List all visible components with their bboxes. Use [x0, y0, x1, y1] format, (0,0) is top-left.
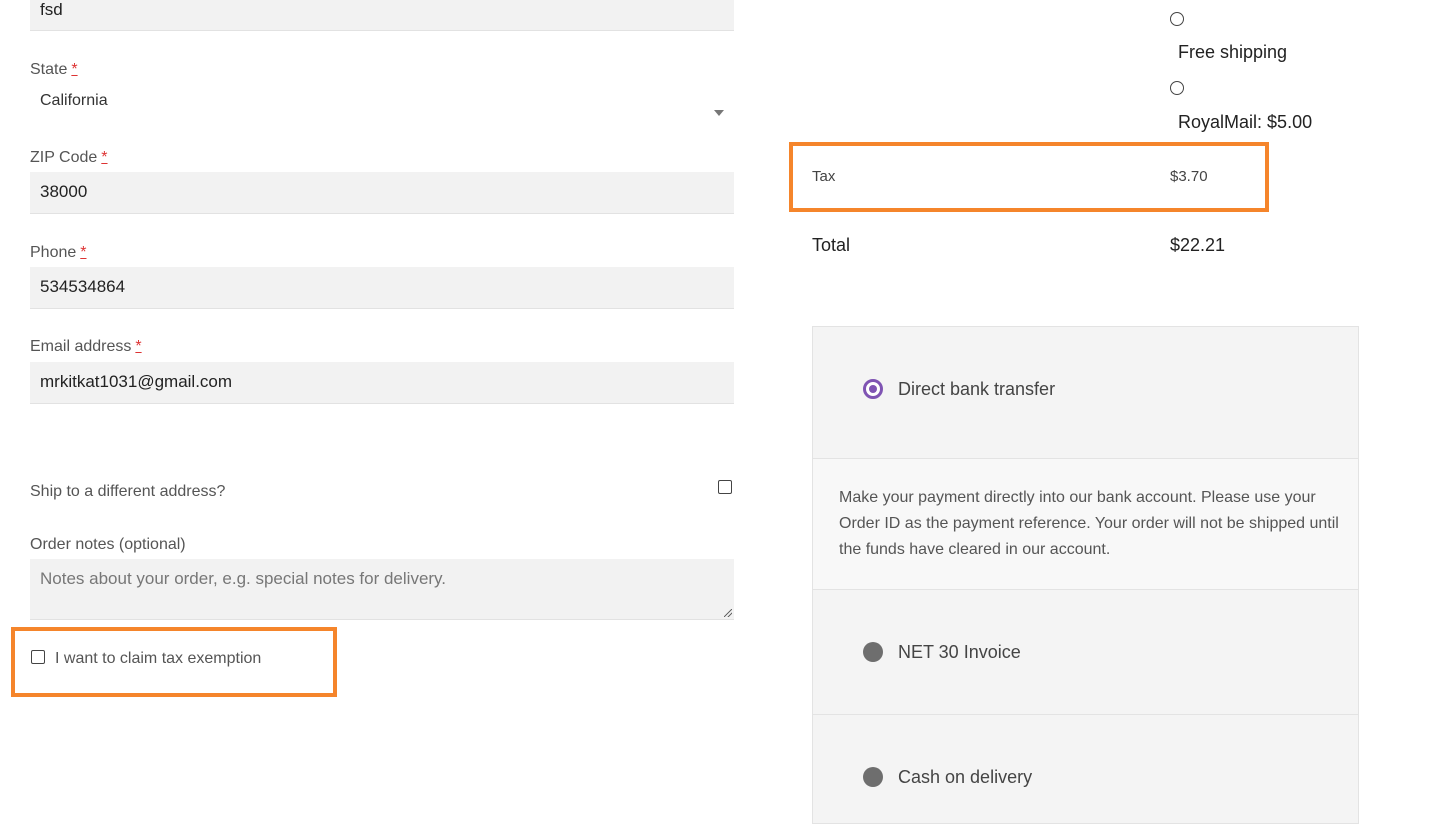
required-mark: * — [80, 244, 87, 261]
previous-field-input[interactable]: fsd — [30, 0, 734, 31]
order-notes-textarea[interactable]: Notes about your order, e.g. special not… — [30, 559, 734, 620]
email-input[interactable]: mrkitkat1031@gmail.com — [30, 362, 734, 404]
ship-different-checkbox[interactable] — [718, 480, 732, 494]
required-mark: * — [71, 61, 78, 78]
shipping-option-radio-free[interactable] — [1170, 12, 1184, 26]
zip-label: ZIP Code * — [30, 149, 108, 166]
state-select-value: California — [40, 92, 108, 109]
payment-methods-panel: Direct bank transfer Make your payment d… — [812, 326, 1359, 824]
shipping-option-free-label: Free shipping — [1178, 42, 1288, 62]
bank-transfer-description-text: Make your payment directly into our bank… — [839, 489, 1339, 558]
payment-method-label: Cash on delivery — [898, 767, 1033, 787]
payment-method-net30[interactable]: NET 30 Invoice — [813, 589, 1358, 714]
zip-input[interactable]: 38000 — [30, 172, 734, 214]
radio-dot — [869, 385, 877, 393]
phone-input[interactable]: 534534864 — [30, 267, 734, 309]
resize-handle-icon[interactable] — [724, 609, 732, 617]
shipping-option-radio-royalmail[interactable] — [1170, 81, 1184, 95]
radio-unselected-icon[interactable] — [863, 767, 883, 787]
email-label: Email address * — [30, 338, 142, 355]
required-mark: * — [101, 149, 108, 166]
shipping-option-royalmail-price: $5.00 — [1267, 112, 1313, 132]
payment-method-label: NET 30 Invoice — [898, 642, 1021, 662]
required-mark: * — [135, 338, 142, 355]
order-notes-placeholder: Notes about your order, e.g. special not… — [40, 569, 447, 588]
radio-selected-icon[interactable] — [863, 379, 883, 399]
phone-label: Phone * — [30, 244, 87, 261]
bank-transfer-description: Make your payment directly into our bank… — [813, 458, 1358, 589]
tax-value: $3.70 — [1170, 168, 1208, 185]
state-label: State * — [30, 61, 78, 78]
ship-different-label: Ship to a different address? — [30, 483, 226, 500]
total-value: $22.21 — [1170, 235, 1226, 255]
tax-label: Tax — [812, 168, 836, 185]
state-select[interactable]: California — [30, 86, 734, 126]
tax-exemption-label: I want to claim tax exemption — [55, 650, 262, 667]
payment-method-bank-transfer[interactable]: Direct bank transfer — [813, 327, 1358, 458]
order-notes-label: Order notes (optional) — [30, 536, 186, 553]
chevron-down-icon — [714, 110, 724, 116]
shipping-option-royalmail-label: RoyalMail: $5.00 — [1178, 112, 1313, 132]
payment-method-label: Direct bank transfer — [898, 379, 1056, 399]
total-label: Total — [812, 235, 851, 255]
radio-unselected-icon[interactable] — [863, 642, 883, 662]
payment-method-cod[interactable]: Cash on delivery — [813, 714, 1358, 825]
tax-exemption-checkbox[interactable] — [31, 650, 45, 664]
